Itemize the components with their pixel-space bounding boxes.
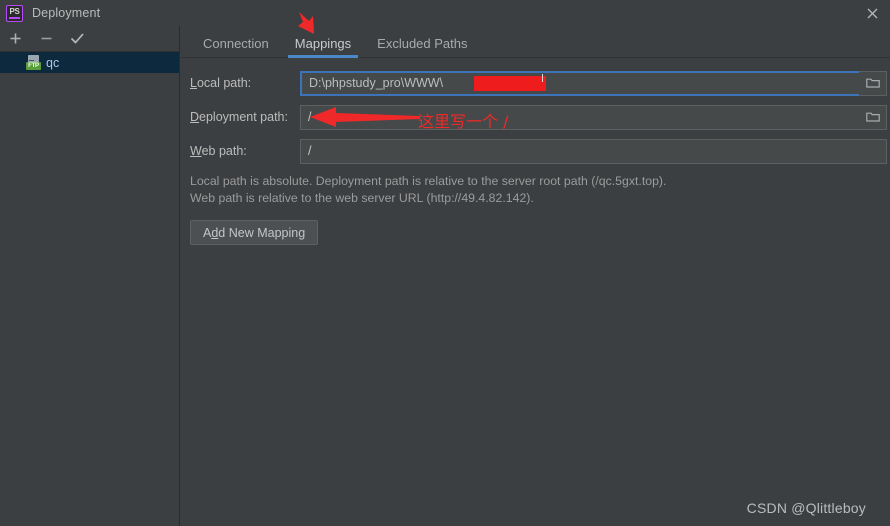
local-path-value: D:\phpstudy_pro\WWW\: [309, 76, 444, 90]
servers-panel: FTP qc: [0, 26, 180, 526]
mappings-form: Local path: D:\phpstudy_pro\WWW\ Deploym…: [181, 58, 890, 245]
web-path-input[interactable]: /: [300, 138, 887, 164]
folder-icon: [865, 112, 880, 122]
web-path-mnemonic: W: [190, 144, 202, 158]
ftp-badge: FTP: [26, 62, 41, 70]
local-path-label-rest: ocal path:: [196, 76, 252, 90]
local-path-mnemonic: L: [190, 76, 197, 90]
arrow-down-icon: [298, 12, 314, 34]
local-path-browse-button[interactable]: [859, 70, 887, 96]
window-title: Deployment: [32, 6, 101, 20]
ftp-server-icon: FTP: [26, 55, 41, 70]
phpstorm-logo-icon: PS: [6, 4, 23, 22]
local-path-control: D:\phpstudy_pro\WWW\: [300, 70, 887, 96]
minus-glyph: [41, 37, 51, 40]
web-path-label: Web path:: [190, 144, 300, 158]
redaction-block: [474, 75, 546, 91]
tab-bar: Connection Mappings Excluded Paths: [181, 26, 890, 58]
sidebar-item-label: qc: [46, 55, 60, 70]
tab-excluded-paths[interactable]: Excluded Paths: [364, 36, 480, 57]
folder-icon: [865, 78, 880, 88]
deployment-path-mnemonic: D: [190, 110, 200, 124]
close-icon[interactable]: [862, 4, 882, 22]
deployment-path-label-rest: eployment path:: [199, 110, 288, 124]
deployment-path-row: Deployment path: /: [181, 104, 890, 130]
deployment-path-label: Deployment path:: [190, 110, 300, 124]
arrow-left-icon: [310, 107, 420, 127]
help-text-line-1: Local path is absolute. Deployment path …: [190, 174, 667, 188]
mappings-panel: Connection Mappings Excluded Paths Local…: [181, 26, 890, 526]
help-text-line-2: Web path is relative to the web server U…: [190, 190, 534, 205]
local-path-row: Local path: D:\phpstudy_pro\WWW\: [181, 70, 890, 96]
help-text: Local path is absolute. Deployment path …: [181, 173, 890, 206]
logo-underline: [9, 17, 20, 19]
button-label-suffix: d New Mapping: [218, 225, 306, 240]
check-glyph: [70, 33, 84, 44]
check-icon[interactable]: [69, 31, 85, 47]
deployment-dialog: PS Deployment FTP qc Connection Mappings…: [0, 0, 890, 526]
tab-connection[interactable]: Connection: [190, 36, 282, 57]
local-path-input[interactable]: D:\phpstudy_pro\WWW\: [300, 70, 859, 96]
title-bar: PS Deployment: [0, 0, 890, 26]
close-glyph: [867, 8, 877, 18]
web-path-label-rest: eb path:: [201, 144, 247, 158]
web-path-value: /: [308, 144, 312, 158]
watermark: CSDN @Qlittleboy: [746, 500, 866, 516]
web-path-row: Web path: /: [181, 138, 890, 164]
sidebar-item-qc[interactable]: FTP qc: [0, 52, 179, 73]
server-tree: FTP qc: [0, 52, 179, 73]
logo-text: PS: [9, 7, 20, 16]
annotation-note: 这里写一个 /: [418, 112, 509, 131]
add-new-mapping-button[interactable]: Add New Mapping: [190, 220, 319, 245]
plus-glyph: [10, 33, 20, 44]
plus-icon[interactable]: [7, 31, 23, 47]
minus-icon[interactable]: [38, 31, 54, 47]
deployment-path-browse-button[interactable]: [859, 104, 887, 130]
text-caret: [542, 73, 543, 82]
servers-toolbar: [0, 26, 179, 52]
local-path-label: Local path:: [190, 76, 300, 90]
